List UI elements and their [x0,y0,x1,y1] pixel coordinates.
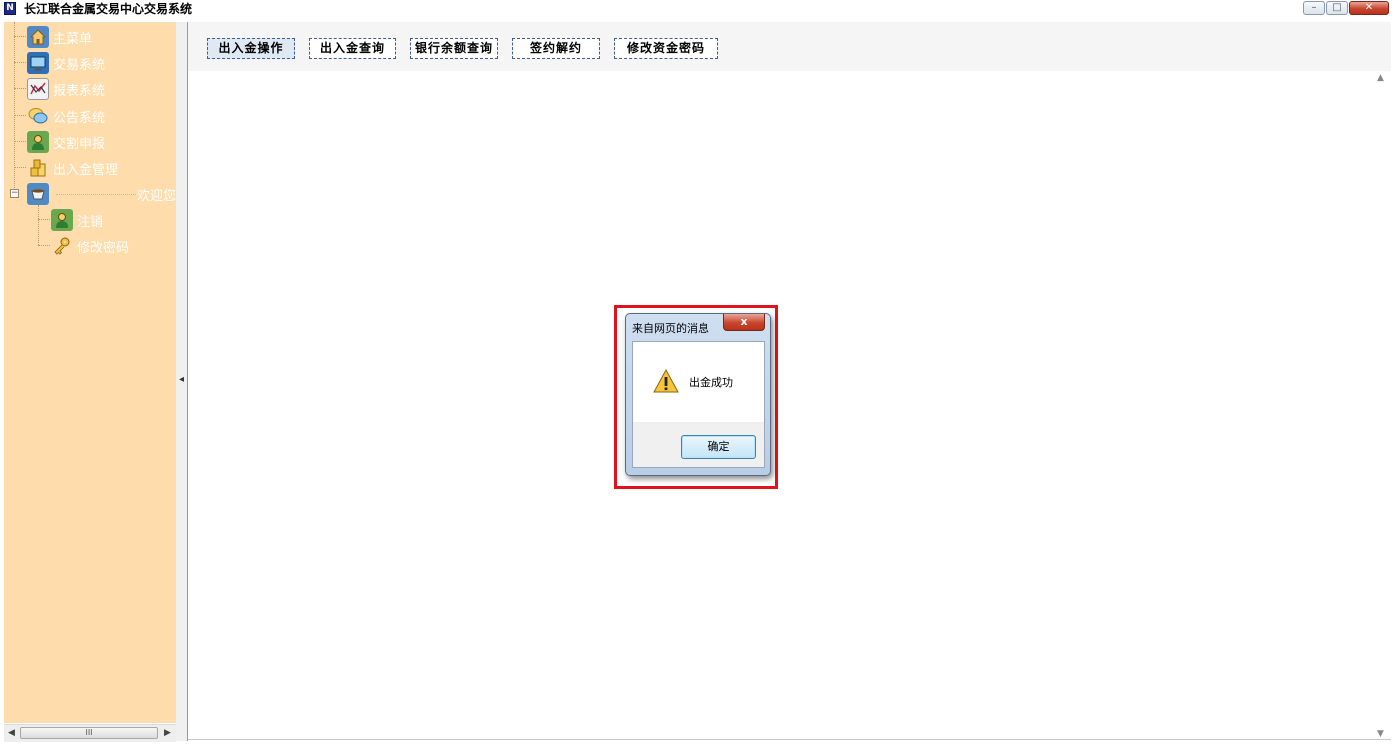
sidebar-item-delivery-declaration[interactable]: 交割申报 [27,131,105,153]
user-icon [27,131,49,153]
scrollbar-thumb[interactable]: III [20,727,158,739]
key-icon [51,235,73,257]
funds-operation-button[interactable]: 出入金操作 [207,38,295,59]
sidebar-item-trading-system[interactable]: 交易系统 [27,52,105,74]
scroll-left-icon[interactable]: ◀ [8,728,15,738]
bank-balance-query-button[interactable]: 银行余额查询 [410,38,498,59]
sidebar-horizontal-scrollbar[interactable]: ◀ III ▶ [4,724,176,742]
funds-query-button[interactable]: 出入金查询 [309,38,396,59]
tree-connector [56,194,136,195]
user-icon [51,209,73,231]
teacup-icon [27,183,49,205]
sidebar-item-funds-management[interactable]: 出入金管理 [27,157,118,179]
sidebar-item-label: 主菜单 [53,31,93,47]
sidebar-item-label: 注销 [77,214,104,230]
tree-connector [38,245,50,246]
sidebar-item-label: 公告系统 [53,110,106,126]
panel-splitter[interactable]: ◂ [176,22,187,741]
tree-connector [14,167,26,168]
sidebar-item-change-password[interactable]: 修改密码 [51,235,129,257]
alert-dialog: 来自网页的消息 x 出金成功 确定 [625,313,771,476]
maximize-button[interactable]: □ [1326,1,1348,15]
main-vertical-scrollbar[interactable]: ▲ ▼ [1373,71,1390,741]
sidebar-item-report-system[interactable]: 报表系统 [27,78,105,100]
app-logo-icon: N [4,2,16,15]
sidebar-item-label: 交易系统 [53,57,106,73]
tree-connector [14,141,26,142]
dialog-message: 出金成功 [689,376,733,389]
scroll-up-icon[interactable]: ▲ [1377,73,1384,83]
home-icon [27,26,49,48]
dialog-close-button[interactable]: x [723,314,765,331]
tree-collapse-toggle[interactable]: − [10,189,19,198]
scroll-down-icon[interactable]: ▼ [1377,729,1384,739]
tree-connector [14,62,26,63]
sidebar-item-logout[interactable]: 注销 [51,209,103,231]
frame-divider [188,739,1391,740]
warning-icon [653,369,679,393]
window-title: 长江联合金属交易中心交易系统 [24,2,193,16]
minimize-icon: – [1311,2,1317,13]
minimize-button[interactable]: – [1303,1,1325,15]
chart-icon [27,78,49,100]
tree-connector [38,219,50,220]
tree-connector [14,88,26,89]
chat-bubble-icon [27,105,49,127]
ok-button[interactable]: 确定 [681,435,756,459]
close-icon: x [740,315,748,328]
collapse-arrow-icon[interactable]: ◂ [179,374,184,385]
sidebar-item-label: 报表系统 [53,83,106,99]
sign-cancel-contract-button[interactable]: 签约解约 [512,38,600,59]
maximize-icon: □ [1332,2,1342,13]
sidebar-item-label: 出入金管理 [53,162,119,178]
funds-toolbar: 出入金操作 出入金查询 银行余额查询 签约解约 修改资金密码 [188,22,1391,71]
scroll-right-icon[interactable]: ▶ [164,728,171,738]
close-icon: ✕ [1364,2,1374,13]
main-content-frame: 出入金操作 出入金查询 银行余额查询 签约解约 修改资金密码 ▲ ▼ [187,22,1391,741]
change-fund-password-button[interactable]: 修改资金密码 [614,38,718,59]
sidebar-item-main-menu[interactable]: 主菜单 [27,26,92,48]
sidebar-item-announcement-system[interactable]: 公告系统 [27,105,105,127]
dialog-body: 出金成功 确定 [632,341,765,468]
welcome-text: 欢迎您 [137,189,177,204]
tree-connector [38,205,39,245]
sidebar-item-label: 修改密码 [77,240,130,256]
window-controls: – □ ✕ [1303,1,1389,16]
dialog-title: 来自网页的消息 [632,322,709,335]
dialog-footer: 确定 [633,422,764,467]
window-title-bar: N 长江联合金属交易中心交易系统 – □ ✕ [0,0,1394,18]
tree-connector [14,115,26,116]
coins-icon [27,157,49,179]
sidebar-item-label: 交割申报 [53,136,106,152]
close-button[interactable]: ✕ [1349,1,1389,15]
sidebar-menu: 主菜单 交易系统 报表系统 公告系统 交割申报 出入金管理 − 欢迎您 注销 修… [4,22,176,723]
tree-connector [14,36,26,37]
monitor-icon [27,52,49,74]
sidebar-user-node[interactable] [27,183,49,205]
